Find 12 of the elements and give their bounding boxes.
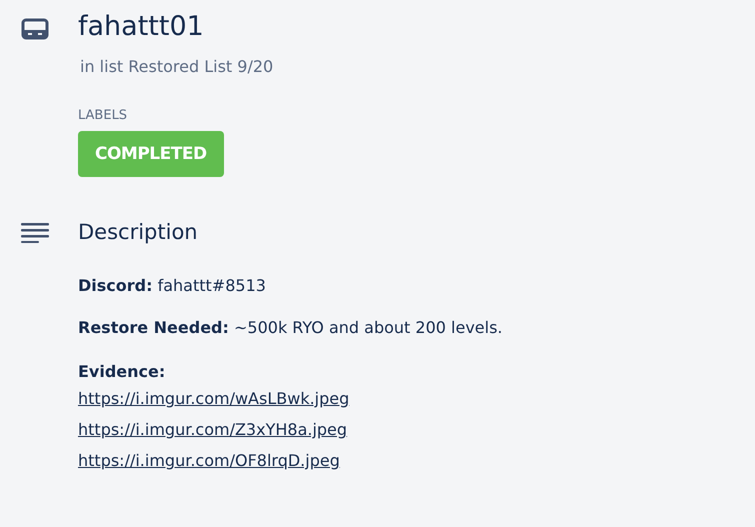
evidence-link[interactable]: https://i.imgur.com/OF8lrqD.jpeg [78,450,340,472]
evidence-heading: Evidence: [78,361,166,383]
text-lines-icon [20,221,50,243]
card-title: fahattt01 [78,10,204,44]
evidence-link[interactable]: https://i.imgur.com/wAsLBwk.jpeg [78,388,350,410]
list-info: in list Restored List 9/20 [80,57,274,76]
description-paragraph: Restore Needed: ~500k RYO and about 200 levels. [78,317,502,339]
labels-heading: LABELS [78,108,128,123]
card-icon [21,18,49,40]
description-heading: Description [78,219,198,246]
description-paragraph: Discord: fahattt#8513 [78,275,266,297]
evidence-link[interactable]: https://i.imgur.com/Z3xYH8a.jpeg [78,419,348,441]
